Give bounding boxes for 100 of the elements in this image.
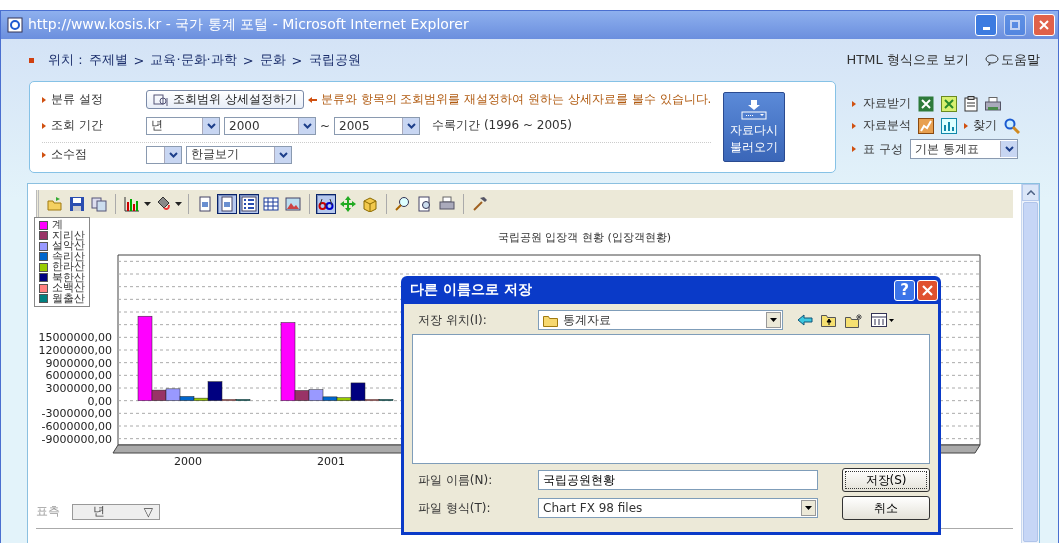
maximize-button[interactable]	[1004, 14, 1026, 36]
field-label: 조회 기간	[51, 117, 103, 134]
paint-bucket-icon	[155, 196, 171, 212]
close-icon	[922, 284, 933, 296]
dropdown-button[interactable]	[298, 117, 315, 134]
location-label: 위치 :	[48, 51, 83, 69]
end-year-select[interactable]: 2005	[334, 116, 421, 135]
cube-icon	[362, 196, 378, 212]
caret-icon[interactable]	[144, 202, 151, 206]
speech-bubble-icon	[985, 54, 999, 66]
bar-chart-icon[interactable]	[941, 117, 958, 134]
start-year-select[interactable]: 2000	[224, 116, 316, 135]
dropdown-button[interactable]	[801, 500, 816, 516]
caret-icon	[302, 122, 312, 129]
table-icon	[263, 196, 279, 212]
spreadsheet-icon[interactable]	[941, 95, 958, 112]
view-menu-icon[interactable]	[871, 313, 895, 327]
hammer-icon	[472, 196, 488, 212]
layout-select[interactable]: 기본 통계표	[910, 139, 1019, 159]
dropdown-button[interactable]	[402, 117, 420, 134]
dialog-title: 다른 이름으로 저장	[410, 281, 533, 299]
breadcrumb-link[interactable]: 교육·문화·과학	[150, 51, 237, 69]
close-button[interactable]	[1033, 14, 1055, 36]
html-view-link[interactable]: HTML 형식으로 보기	[846, 51, 969, 69]
toolbar-button[interactable]	[67, 194, 87, 214]
y-axis-label: 0,00	[87, 394, 112, 408]
caret-icon	[770, 318, 777, 322]
dropdown-button[interactable]	[1000, 141, 1018, 157]
legend-label: 계	[52, 220, 63, 231]
layout-label: 표 구성	[863, 140, 904, 158]
breadcrumb-link[interactable]: 문화	[259, 51, 286, 69]
stub-label: 표측	[36, 503, 60, 520]
unit-select[interactable]: 년	[146, 116, 220, 135]
new-folder-icon[interactable]	[845, 312, 863, 328]
bar-chart-icon	[124, 196, 140, 212]
minimize-icon	[982, 27, 990, 30]
filetype-select[interactable]: Chart FX 98 files	[538, 498, 818, 518]
toolbar-button[interactable]	[239, 194, 259, 214]
close-button[interactable]	[917, 279, 938, 301]
breadcrumb-separator: >	[291, 52, 303, 68]
copy-icon	[91, 196, 107, 212]
view-select[interactable]: 한글보기	[186, 145, 292, 164]
y-axis-label: -3000000,00	[41, 407, 112, 421]
breadcrumb-separator: >	[242, 52, 254, 68]
breadcrumb-link[interactable]: 주제별	[88, 51, 128, 69]
field-label: 파일 이름(N):	[417, 471, 494, 489]
y-axis-label: 6000000,00	[45, 369, 112, 383]
toolbar-button[interactable]	[217, 194, 237, 214]
stub-select[interactable]: 년 ▽	[72, 503, 160, 520]
dropdown-button[interactable]	[766, 312, 781, 328]
reload-data-button[interactable]: 자료다시 불러오기	[723, 92, 786, 162]
legend-label: 속리산	[52, 251, 85, 262]
download-icon	[740, 100, 769, 120]
detail-settings-button[interactable]: 조회범위 상세설정하기	[146, 90, 304, 109]
breadcrumb-link[interactable]: 국립공원	[308, 51, 361, 69]
dropdown-button[interactable]	[274, 146, 291, 163]
breadcrumb-separator: >	[133, 52, 145, 68]
minimize-button[interactable]	[975, 14, 997, 36]
printer-icon[interactable]	[985, 96, 1002, 111]
page-magnifier-icon	[417, 196, 433, 212]
spreadsheet-icon[interactable]	[918, 95, 935, 112]
y-axis-label: 15000000,00	[38, 331, 112, 345]
save-icon	[69, 196, 85, 212]
caret-icon	[278, 151, 288, 158]
page-icon	[197, 196, 213, 212]
window-title: http://www.kosis.kr - 국가 통계 포털 - Microsoft Internet Explorer	[28, 16, 470, 34]
period-range-text: 수록기간 (1996 ~ 2005)	[432, 117, 572, 134]
analysis-label: 자료분석	[863, 117, 912, 134]
find-link[interactable]: 찾기	[964, 117, 998, 134]
dropdown-button[interactable]	[202, 117, 219, 134]
glasses-icon	[318, 196, 334, 212]
download-label: 자료받기	[863, 95, 912, 112]
clipboard-icon[interactable]	[964, 95, 979, 112]
help-button[interactable]: ?	[894, 279, 915, 301]
location-select[interactable]: 통계자료	[538, 310, 783, 330]
caret-icon[interactable]	[175, 202, 182, 206]
toolbar-button[interactable]	[316, 194, 336, 214]
field-label: 소수점	[51, 146, 87, 163]
maximize-icon	[1010, 20, 1020, 30]
move-arrows-icon	[340, 196, 356, 212]
back-arrow-icon[interactable]	[797, 314, 813, 326]
field-label: 분류 설정	[51, 91, 103, 108]
search-icon[interactable]	[1004, 117, 1021, 134]
legend-label: 소백산	[52, 283, 85, 294]
caret-icon	[168, 151, 178, 158]
scrollbar[interactable]	[1021, 184, 1039, 543]
chart-analysis-icon[interactable]	[918, 117, 935, 134]
cancel-button[interactable]: 취소	[842, 496, 930, 520]
y-axis-label: -9000000,00	[41, 432, 112, 446]
decimal-select[interactable]	[146, 145, 182, 164]
help-link[interactable]: 도움말	[985, 51, 1040, 69]
legend-label: 지리산	[52, 230, 85, 241]
x-axis-label: 2001	[317, 455, 345, 468]
up-folder-icon[interactable]	[821, 313, 837, 327]
picture-icon	[285, 196, 301, 212]
filename-input[interactable]: 국립공원현황	[538, 470, 818, 490]
range-tilde: ~	[320, 118, 331, 133]
field-label: 저장 위치(I):	[417, 311, 488, 329]
dropdown-button[interactable]	[164, 146, 181, 163]
save-button[interactable]: 저장(S)	[842, 468, 930, 492]
